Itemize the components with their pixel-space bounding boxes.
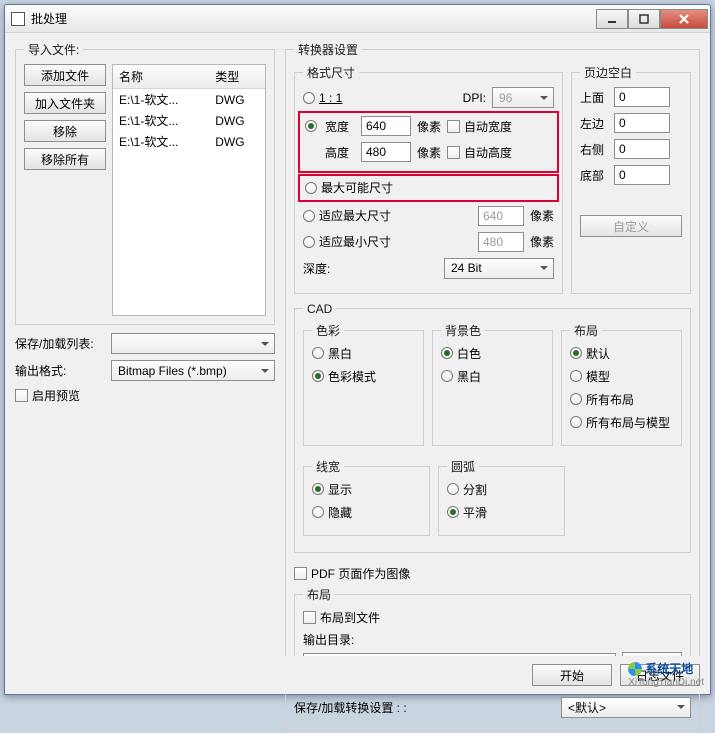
start-button[interactable]: 开始 — [532, 664, 612, 686]
watermark: 系统天地 XiTongTianDi.net — [628, 660, 704, 688]
margin-right-input[interactable] — [614, 139, 670, 159]
px-label: 像素 — [417, 118, 441, 135]
maximize-button[interactable] — [628, 9, 660, 29]
margin-top-label: 上面 — [580, 89, 608, 106]
layout-group: 布局 默认 模型 所有布局 所有布局与模型 — [561, 322, 682, 446]
import-legend: 导入文件: — [24, 41, 83, 58]
arc-split-radio[interactable]: 分割 — [447, 481, 487, 498]
auto-width-checkbox[interactable]: 自动宽度 — [447, 118, 512, 135]
bg-black-radio[interactable]: 黑白 — [441, 368, 481, 385]
custom-size-radio[interactable] — [305, 120, 319, 132]
save-load-settings-label: 保存/加载转换设置 : : — [294, 699, 407, 716]
dpi-combo[interactable]: 96 — [492, 87, 554, 108]
output-format-combo[interactable]: Bitmap Files (*.bmp) — [111, 360, 275, 381]
layout-all-model-radio[interactable]: 所有布局与模型 — [570, 414, 670, 431]
titlebar: 批处理 — [5, 5, 710, 33]
layout-to-file-checkbox[interactable]: 布局到文件 — [303, 609, 380, 626]
window-buttons — [596, 9, 708, 29]
save-load-list-combo[interactable] — [111, 333, 275, 354]
enable-preview-checkbox[interactable]: 启用预览 — [15, 387, 275, 404]
pdf-as-image-checkbox[interactable]: PDF 页面作为图像 — [294, 565, 410, 582]
color-group: 色彩 黑白 色彩模式 — [303, 322, 424, 446]
depth-label: 深度: — [303, 260, 330, 277]
px-label: 像素 — [417, 144, 441, 161]
format-size-legend: 格式尺寸 — [303, 64, 359, 81]
depth-combo[interactable]: 24 Bit — [444, 258, 554, 279]
bg-white-radio[interactable]: 白色 — [441, 345, 481, 362]
ratio-1-1-radio[interactable]: 1 : 1 — [303, 91, 342, 105]
color-mode-radio[interactable]: 色彩模式 — [312, 368, 376, 385]
arc-smooth-radio[interactable]: 平滑 — [447, 504, 487, 521]
fit-min-input[interactable] — [478, 232, 524, 252]
checkbox-icon — [15, 389, 28, 402]
remove-all-button[interactable]: 移除所有 — [24, 148, 106, 170]
lw-hide-radio[interactable]: 隐藏 — [312, 504, 352, 521]
add-folder-button[interactable]: 加入文件夹 — [24, 92, 106, 114]
dpi-label: DPI: — [463, 91, 486, 105]
col-name[interactable]: 名称 — [113, 65, 209, 89]
close-button[interactable] — [660, 9, 708, 29]
minimize-button[interactable] — [596, 9, 628, 29]
converter-group: 转换器设置 格式尺寸 1 : 1 DPI: 96 — [285, 41, 700, 733]
margin-bottom-input[interactable] — [614, 165, 670, 185]
converter-legend: 转换器设置 — [294, 41, 362, 58]
width-label: 宽度 — [325, 118, 355, 135]
cad-legend: CAD — [303, 302, 336, 316]
format-size-group: 格式尺寸 1 : 1 DPI: 96 宽度 — [294, 64, 563, 294]
margin-right-label: 右侧 — [580, 141, 608, 158]
save-load-settings-combo[interactable]: <默认> — [561, 697, 691, 718]
margin-left-input[interactable] — [614, 113, 670, 133]
out-dir-label: 输出目录: — [303, 631, 682, 648]
file-list[interactable]: 名称 类型 E:\1-软文...DWG E:\1-软文...DWG E:\1-软… — [112, 64, 266, 316]
height-label: 高度 — [325, 144, 355, 161]
window-title: 批处理 — [31, 10, 596, 27]
layout-all-radio[interactable]: 所有布局 — [570, 391, 634, 408]
remove-button[interactable]: 移除 — [24, 120, 106, 142]
height-input[interactable] — [361, 142, 411, 162]
custom-size-highlight: 宽度 像素 自动宽度 高度 像素 自动高度 — [298, 111, 559, 173]
import-group: 导入文件: 添加文件 加入文件夹 移除 移除所有 名称 类型 — [15, 41, 275, 325]
table-row: E:\1-软文...DWG — [113, 110, 265, 131]
table-row: E:\1-软文...DWG — [113, 89, 265, 111]
watermark-logo-icon — [628, 662, 642, 676]
auto-height-checkbox[interactable]: 自动高度 — [447, 144, 512, 161]
cad-group: CAD 色彩 黑白 色彩模式 背景色 白色 黑白 布 — [294, 302, 691, 553]
output-format-label: 输出格式: — [15, 362, 105, 379]
layout-default-radio[interactable]: 默认 — [570, 345, 610, 362]
linewidth-group: 线宽 显示 隐藏 — [303, 458, 430, 536]
fit-max-input[interactable] — [478, 206, 524, 226]
margins-group: 页边空白 上面 左边 右侧 底部 自定义 — [571, 64, 691, 294]
fit-min-radio[interactable]: 适应最小尺寸 — [303, 233, 391, 250]
px-label: 像素 — [530, 207, 554, 224]
margins-legend: 页边空白 — [580, 64, 636, 81]
bg-group: 背景色 白色 黑白 — [432, 322, 553, 446]
margin-bottom-label: 底部 — [580, 167, 608, 184]
fit-max-radio[interactable]: 适应最大尺寸 — [303, 207, 391, 224]
width-input[interactable] — [361, 116, 411, 136]
footer: 开始 日志文件 — [5, 656, 710, 694]
save-load-list-label: 保存/加载列表: — [15, 335, 105, 352]
px-label: 像素 — [530, 233, 554, 250]
table-row: E:\1-软文...DWG — [113, 131, 265, 152]
color-bw-radio[interactable]: 黑白 — [312, 345, 352, 362]
add-file-button[interactable]: 添加文件 — [24, 64, 106, 86]
arc-group: 圆弧 分割 平滑 — [438, 458, 565, 536]
app-icon — [11, 12, 25, 26]
layout-model-radio[interactable]: 模型 — [570, 368, 610, 385]
col-type[interactable]: 类型 — [209, 65, 265, 89]
margin-top-input[interactable] — [614, 87, 670, 107]
lw-show-radio[interactable]: 显示 — [312, 481, 352, 498]
margin-left-label: 左边 — [580, 115, 608, 132]
custom-margin-button[interactable]: 自定义 — [580, 215, 682, 237]
max-possible-radio[interactable]: 最大可能尺寸 — [305, 179, 393, 196]
window: 批处理 导入文件: 添加文件 加入文件夹 移除 移除所有 — [4, 4, 711, 695]
max-possible-highlight: 最大可能尺寸 — [298, 174, 559, 202]
